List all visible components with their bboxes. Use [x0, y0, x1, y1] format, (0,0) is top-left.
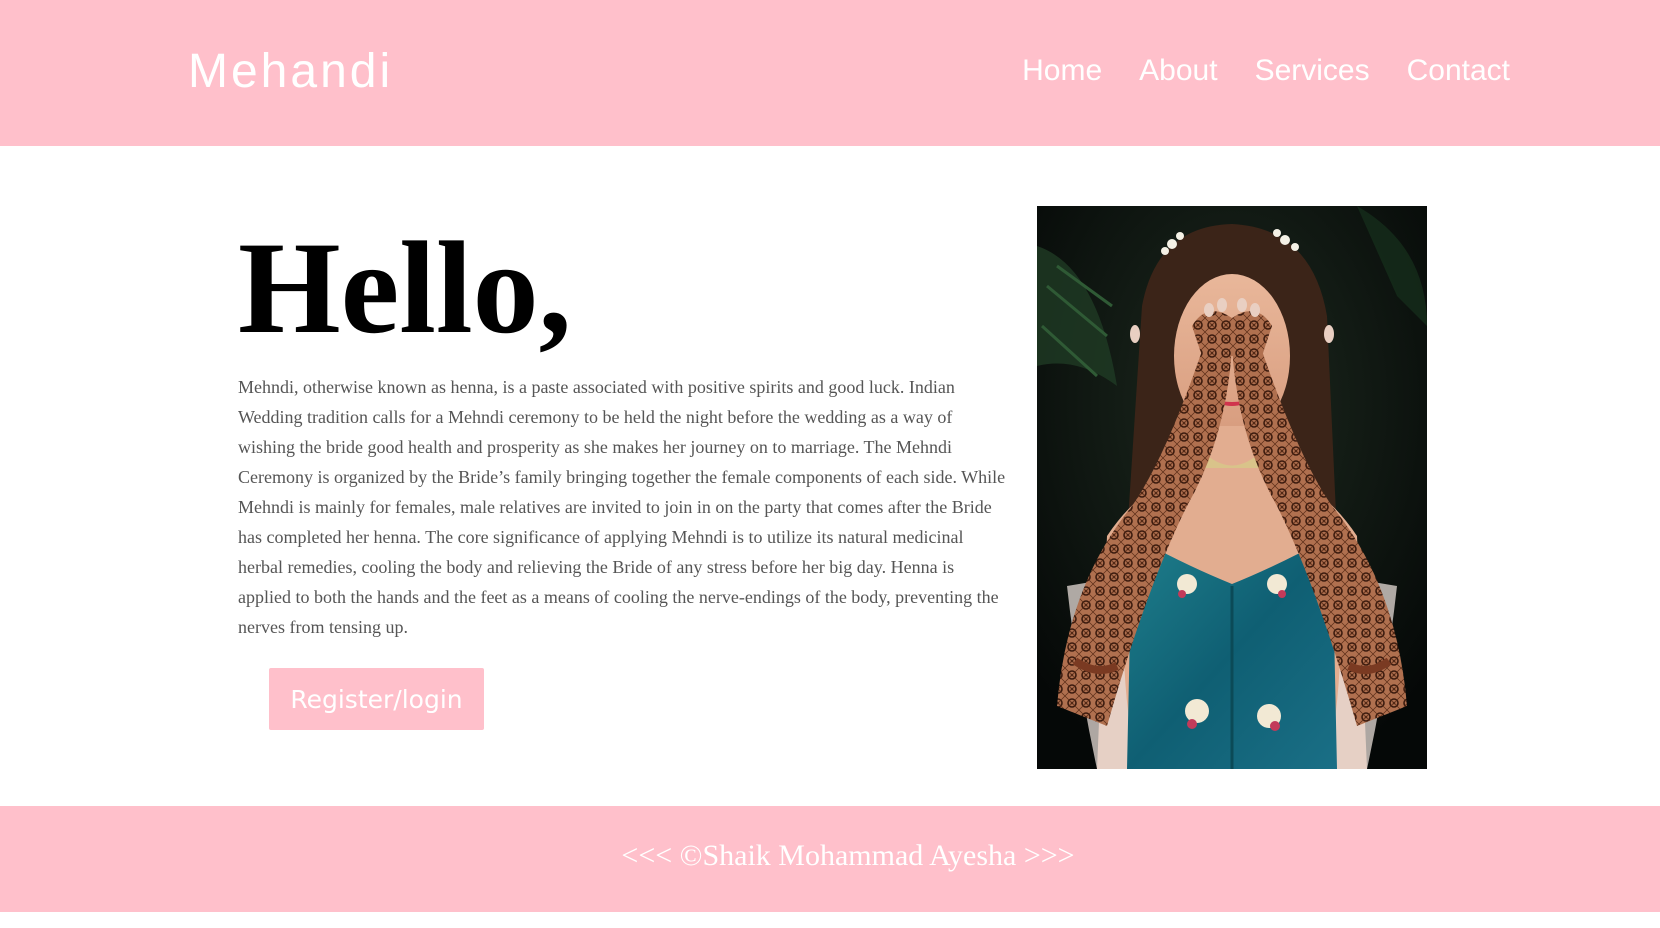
- nav-contact-link[interactable]: Contact: [1407, 50, 1510, 92]
- hero-description: Mehndi, otherwise known as henna, is a p…: [238, 377, 1006, 637]
- bride-henna-photo: [1037, 206, 1427, 769]
- hero-heading: Hello,: [238, 214, 572, 361]
- site-logo[interactable]: Mehandi: [188, 40, 393, 104]
- hero-section: Hello, Mehndi, otherwise known as henna,…: [0, 146, 1660, 806]
- nav-home-link[interactable]: Home: [1022, 50, 1102, 92]
- register-login-button[interactable]: Register/login: [269, 668, 484, 730]
- footer-copyright: <<< ©Shaik Mohammad Ayesha >>>: [621, 839, 1075, 872]
- nav-about-link[interactable]: About: [1139, 50, 1217, 92]
- site-footer: <<< ©Shaik Mohammad Ayesha >>>: [0, 806, 1660, 912]
- nav-services-link[interactable]: Services: [1255, 50, 1370, 92]
- main-nav: Home About Services Contact: [1022, 50, 1510, 92]
- site-header: Mehandi Home About Services Contact: [0, 0, 1660, 146]
